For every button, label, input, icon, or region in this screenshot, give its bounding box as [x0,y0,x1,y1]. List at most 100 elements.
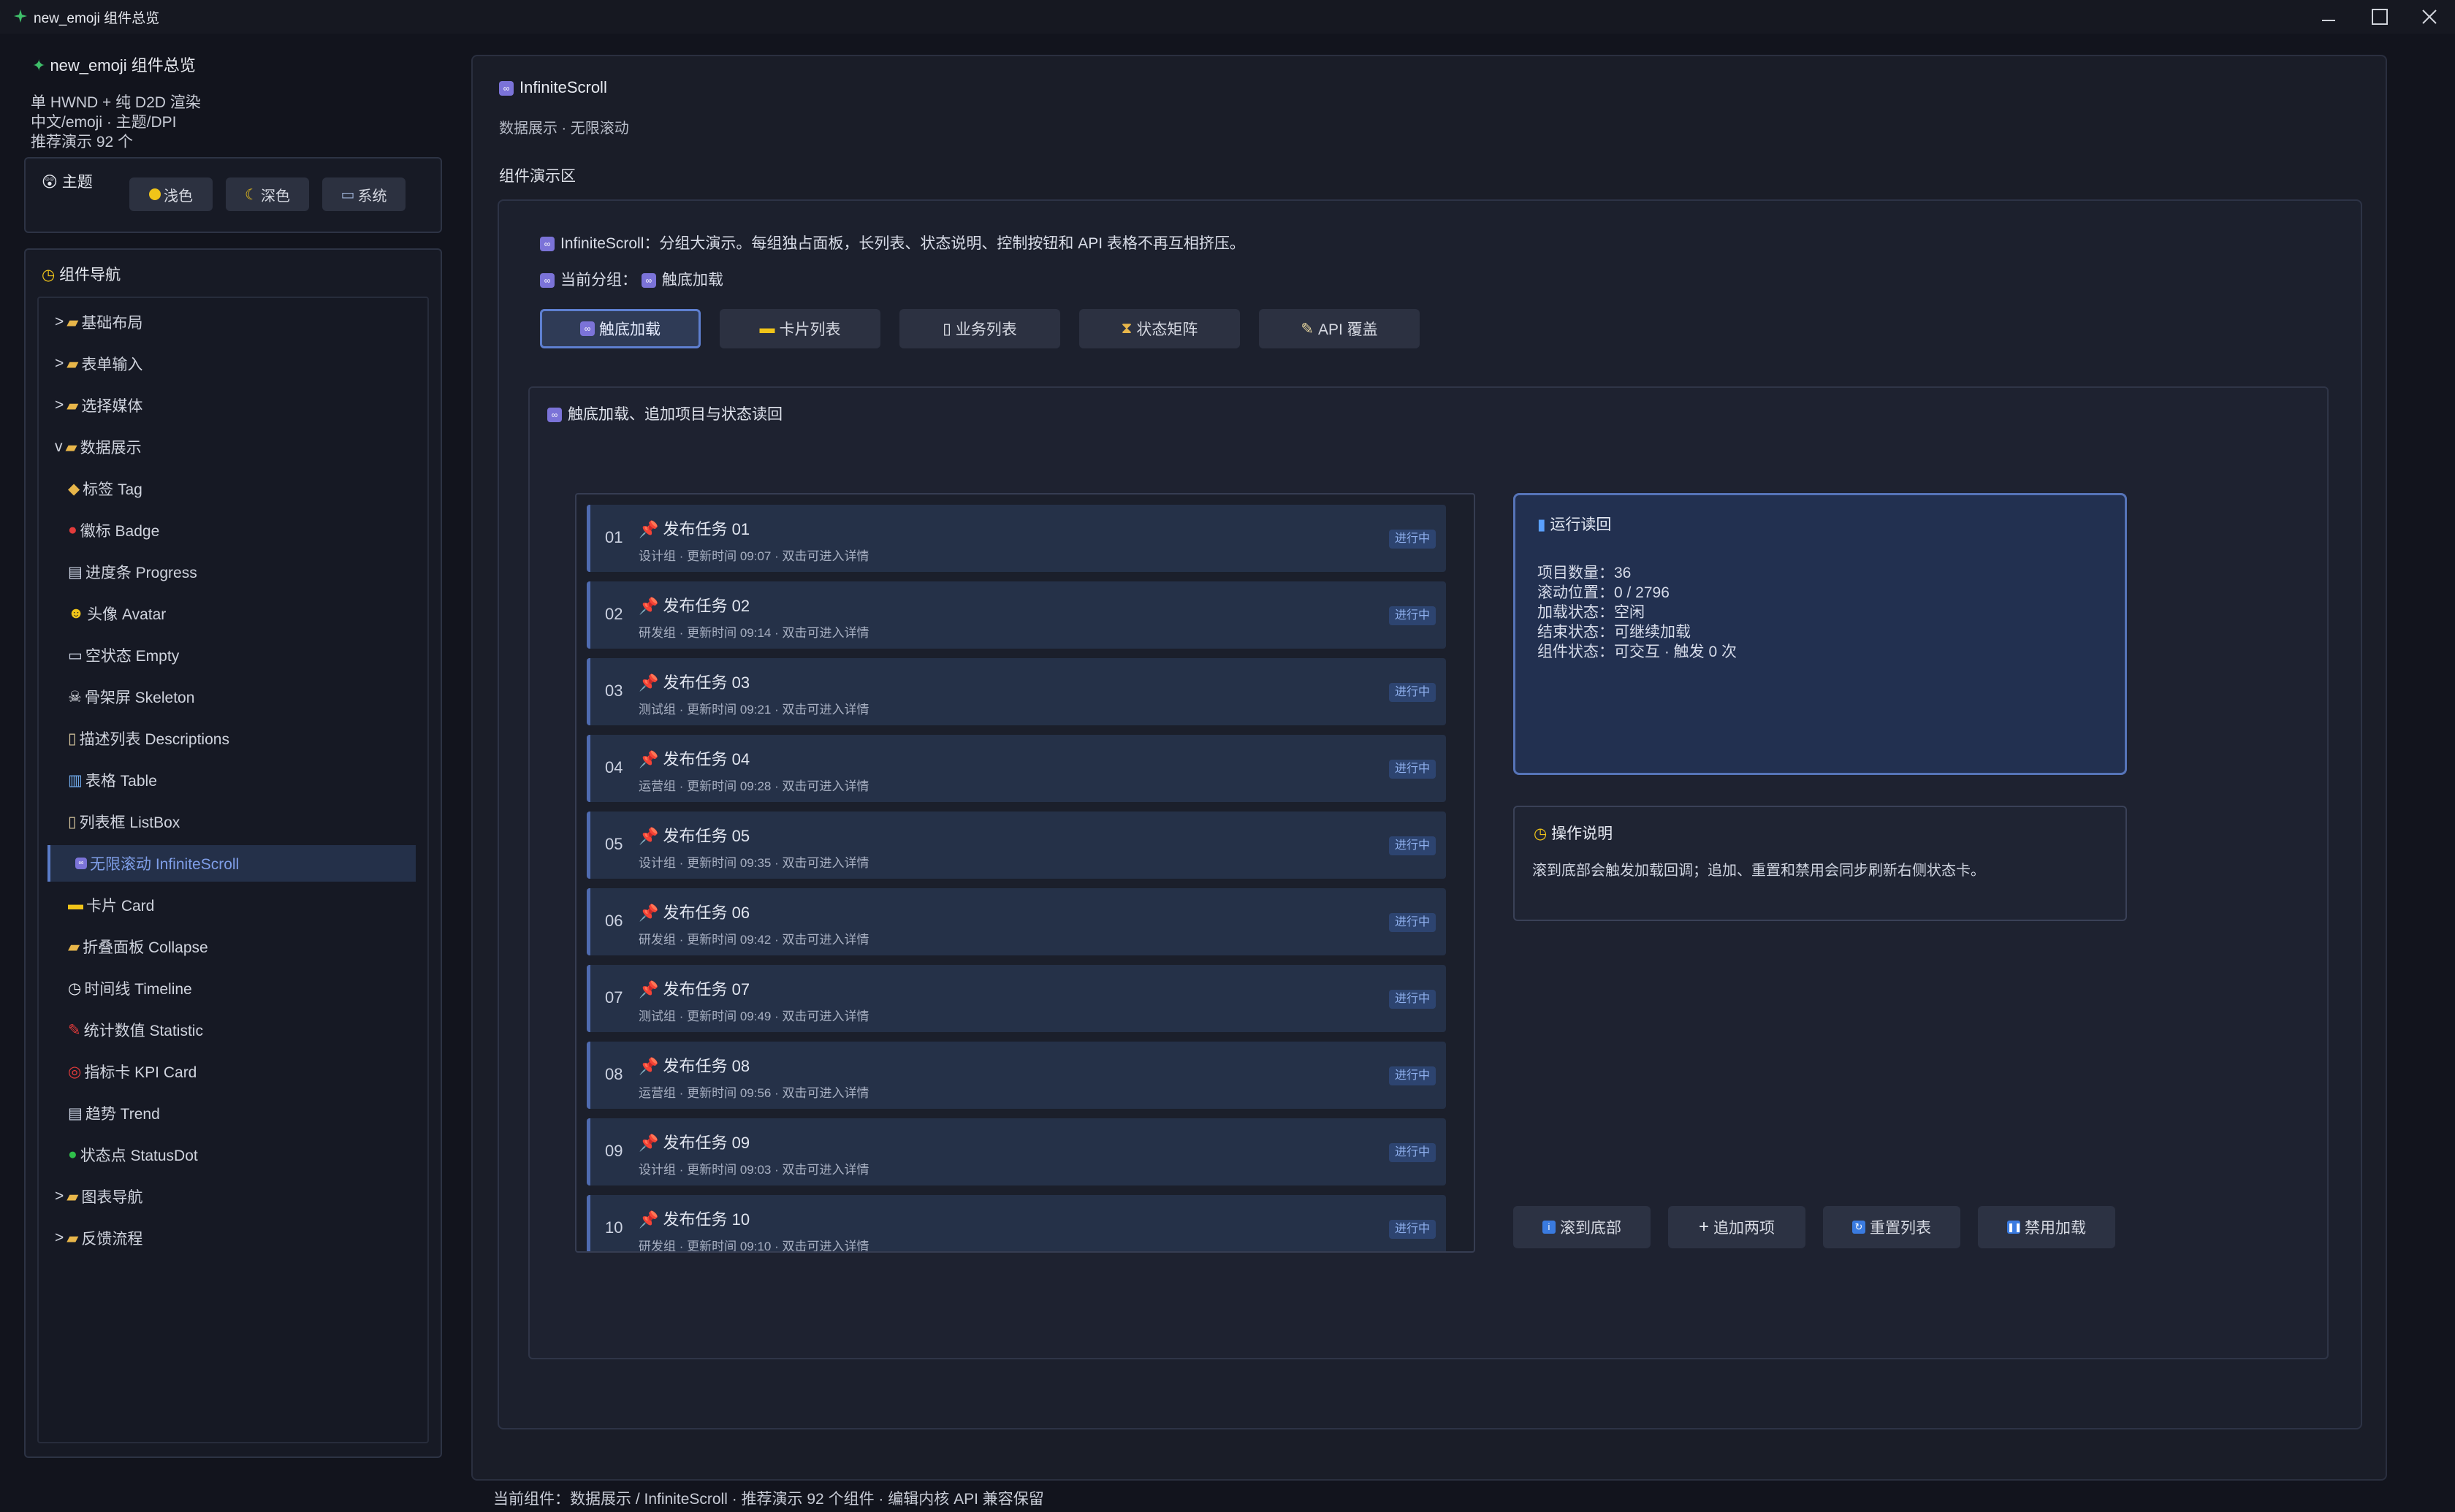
infinite-scroll-list[interactable]: 01 📌 发布任务 01 设计组 · 更新时间 09:07 · 双击可进入详情 … [575,493,1475,1253]
plus-icon: + [1698,1217,1709,1237]
nav-item-statusdot[interactable]: ● 状态点 StatusDot [39,1137,444,1173]
tab-business-list[interactable]: ▯ 业务列表 [899,309,1060,348]
inbox-icon: ▭ [68,646,83,664]
status-title-label: 运行读回 [1550,516,1612,533]
action-label: 禁用加载 [2025,1220,2086,1237]
item-title-label: 发布任务 05 [663,827,750,845]
status-badge: 进行中 [1388,530,1436,549]
disable-loading-button[interactable]: ❚❚ 禁用加载 [1978,1206,2115,1248]
folder-icon: ▰ [66,355,79,373]
page-title-label: InfiniteScroll [519,78,607,96]
nav-group-data-display[interactable]: v ▰ 数据展示 [39,429,430,465]
nav-item-statistic[interactable]: ✎ 统计数值 Statistic [39,1012,444,1048]
infinity-icon: ∞ [540,273,555,289]
status-bar: 当前组件：数据展示 / InfiniteScroll · 推荐演示 92 个组件… [493,1491,1044,1508]
tab-card-list[interactable]: ▬ 卡片列表 [720,309,880,348]
memo-icon: ✎ [1301,320,1314,337]
nav-group-chart-nav[interactable]: > ▰ 图表导航 [39,1178,430,1215]
minimize-button[interactable] [2303,0,2354,34]
nav-label: 进度条 Progress [85,565,197,581]
green-dot-icon: ● [68,1146,77,1163]
status-item-count: 项目数量：36 [1537,565,1632,581]
nav-item-trend[interactable]: ▤ 趋势 Trend [39,1095,444,1131]
theme-title-label: 主题 [61,174,93,191]
nav-item-empty[interactable]: ▭ 空状态 Empty [39,637,444,673]
maximize-button[interactable] [2354,0,2405,34]
status-badge: 进行中 [1388,606,1436,625]
nav-item-progress[interactable]: ▤ 进度条 Progress [39,554,444,590]
list-item[interactable]: 10 📌 发布任务 10 研发组 · 更新时间 09:10 · 双击可进入详情 … [587,1195,1446,1251]
nav-label: 反馈流程 [81,1231,143,1248]
nav-label: 折叠面板 Collapse [83,939,208,956]
nav-item-skeleton[interactable]: ☠ 骨架屏 Skeleton [39,679,444,715]
nav-item-collapse[interactable]: ▰ 折叠面板 Collapse [39,928,444,965]
list-item[interactable]: 05 📌 发布任务 05 设计组 · 更新时间 09:35 · 双击可进入详情 … [587,812,1446,879]
pushpin-icon: 📌 [639,673,659,692]
list-item[interactable]: 02 📌 发布任务 02 研发组 · 更新时间 09:14 · 双击可进入详情 … [587,581,1446,649]
item-meta: 运营组 · 更新时间 09:56 · 双击可进入详情 [639,1086,869,1100]
nav-item-listbox[interactable]: ▯ 列表框 ListBox [39,803,444,840]
list-item[interactable]: 04 📌 发布任务 04 运营组 · 更新时间 09:28 · 双击可进入详情 … [587,735,1446,802]
list-item[interactable]: 09 📌 发布任务 09 设计组 · 更新时间 09:03 · 双击可进入详情 … [587,1118,1446,1185]
nav-item-avatar[interactable]: ☻ 头像 Avatar [39,595,444,632]
tab-api-coverage[interactable]: ✎ API 覆盖 [1259,309,1420,348]
demo-area-label: 组件演示区 [499,168,576,185]
tab-bottom-load[interactable]: ∞ 触底加载 [540,309,701,348]
theme-light-button[interactable]: 浅色 [129,177,213,211]
component-nav-panel: ◷ 组件导航 > ▰ 基础布局 > ▰ 表单输入 > ▰ 选择媒体 v ▰ 数据展示 ◆ 标签 T… [24,248,442,1458]
bottom-load-section: ∞ 触底加载、追加项目与状态读回 01 📌 发布任务 01 设计组 · 更新时间 … [528,386,2329,1359]
sun-icon [149,188,161,200]
theme-system-button[interactable]: ▭ 系统 [322,177,406,211]
nav-item-timeline[interactable]: ◷ 时间线 Timeline [39,970,444,1007]
status-badge: 进行中 [1388,1143,1436,1162]
nav-group-form-input[interactable]: > ▰ 表单输入 [39,345,430,382]
theme-dark-button[interactable]: ☾ 深色 [226,177,309,211]
info-line-2: 中文/emoji · 主题/DPI [31,114,177,131]
nav-group-basic-layout[interactable]: > ▰ 基础布局 [39,304,430,340]
laptop-icon: ▭ [340,186,355,203]
nav-item-tag[interactable]: ◆ 标签 Tag [39,470,444,507]
nav-label: 统计数值 Statistic [83,1023,203,1039]
nav-item-table[interactable]: ▥ 表格 Table [39,762,444,798]
item-meta: 测试组 · 更新时间 09:49 · 双击可进入详情 [639,1009,869,1023]
list-item[interactable]: 03 📌 发布任务 03 测试组 · 更新时间 09:21 · 双击可进入详情 … [587,658,1446,725]
nav-group-select-media[interactable]: > ▰ 选择媒体 [39,387,430,424]
tab-state-matrix[interactable]: ⧗ 状态矩阵 [1079,309,1240,348]
main-panel: ∞ InfiniteScroll 数据展示 · 无限滚动 组件演示区 ∞ Infin… [471,55,2387,1481]
close-button[interactable] [2404,0,2455,34]
item-index: 04 [605,758,623,776]
list-item[interactable]: 06 📌 发布任务 06 研发组 · 更新时间 09:42 · 双击可进入详情 … [587,888,1446,955]
clock-icon: ◷ [1534,825,1548,842]
reset-list-button[interactable]: ↻ 重置列表 [1823,1206,1960,1248]
pin-icon: ✎ [68,1021,81,1039]
skull-icon: ☠ [68,688,82,706]
brand-label: new_emoji 组件总览 [50,56,196,75]
nav-group-feedback[interactable]: > ▰ 反馈流程 [39,1220,430,1256]
status-end-state: 结束状态：可继续加载 [1537,624,1691,641]
nav-item-infinitescroll[interactable]: ∞ 无限滚动 InfiniteScroll [47,845,416,882]
scroll-to-bottom-button[interactable]: i 滚到底部 [1513,1206,1651,1248]
list-item[interactable]: 07 📌 发布任务 07 测试组 · 更新时间 09:49 · 双击可进入详情 … [587,965,1446,1032]
nav-item-descriptions[interactable]: ▯ 描述列表 Descriptions [39,720,444,757]
action-label: 滚到底部 [1560,1220,1621,1237]
nav-label: 描述列表 Descriptions [79,731,229,748]
nav-label: 无限滚动 InfiniteScroll [90,856,240,873]
tab-label: 触底加载 [599,321,661,338]
card-icon: ▬ [68,896,83,913]
theme-light-label: 浅色 [164,188,193,205]
nav-item-card[interactable]: ▬ 卡片 Card [39,887,444,923]
pushpin-icon: 📌 [639,1057,659,1075]
current-group-value: 触底加载 [661,272,723,289]
pushpin-icon: 📌 [639,904,659,922]
append-two-button[interactable]: + 追加两项 [1668,1206,1805,1248]
list-item[interactable]: 08 📌 发布任务 08 运营组 · 更新时间 09:56 · 双击可进入详情 … [587,1042,1446,1109]
nav-item-kpi-card[interactable]: ◎ 指标卡 KPI Card [39,1053,444,1090]
nav-label: 趋势 Trend [85,1106,160,1123]
list-item[interactable]: 01 📌 发布任务 01 设计组 · 更新时间 09:07 · 双击可进入详情 … [587,505,1446,572]
item-index: 01 [605,528,623,546]
nav-tree: > ▰ 基础布局 > ▰ 表单输入 > ▰ 选择媒体 v ▰ 数据展示 ◆ 标签 Tag ● 徽标 … [37,297,429,1443]
nav-item-badge[interactable]: ● 徽标 Badge [39,512,444,549]
item-index: 09 [605,1142,623,1160]
action-label: 追加两项 [1713,1220,1775,1237]
item-meta: 设计组 · 更新时间 09:03 · 双击可进入详情 [639,1163,869,1177]
